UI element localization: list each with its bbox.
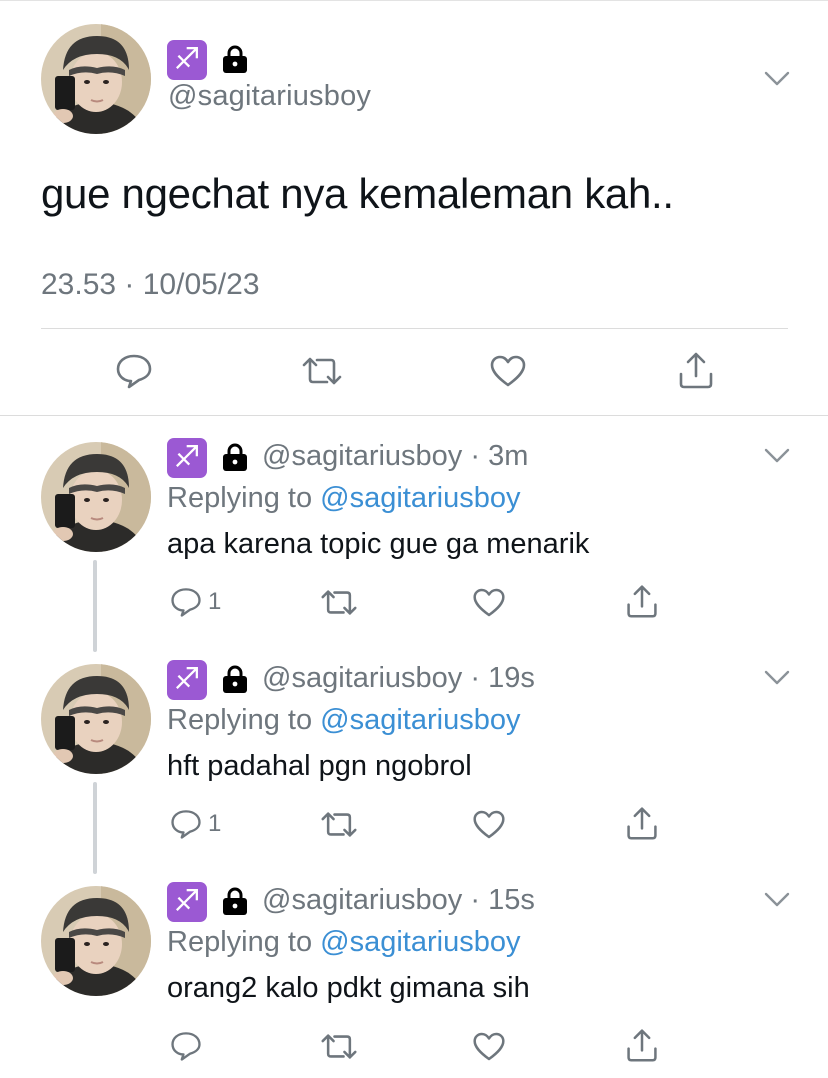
chevron-down-icon[interactable] [764, 71, 790, 87]
like-button[interactable] [489, 354, 527, 388]
replying-to-line: Replying to @sagitariusboy [167, 482, 520, 515]
reply-button[interactable]: 1 [170, 808, 221, 840]
avatar[interactable] [41, 664, 151, 774]
retweet-button[interactable] [301, 355, 343, 387]
chevron-down-icon[interactable] [764, 448, 790, 464]
mention-link[interactable]: @sagitariusboy [320, 704, 520, 736]
lock-icon [221, 664, 249, 694]
share-icon [679, 352, 713, 389]
share-button[interactable] [677, 350, 715, 390]
avatar[interactable] [41, 886, 151, 996]
speech-bubble-icon [171, 1032, 201, 1061]
reply-tweet[interactable]: ♐ @sagitariusboy · 15s Replying to @sagi… [0, 862, 828, 1078]
tweet-timestamp[interactable]: 23.53 · 10/05/23 [41, 268, 260, 302]
reply-button[interactable] [115, 353, 153, 389]
reply-header: @sagitariusboy · 15s [262, 884, 535, 917]
user-handle[interactable]: @sagitariusboy [262, 440, 462, 472]
replying-to-label: Replying to [167, 926, 313, 958]
replying-to-line: Replying to @sagitariusboy [167, 704, 520, 737]
mention-link[interactable]: @sagitariusboy [320, 926, 520, 958]
like-button[interactable] [472, 1031, 506, 1062]
avatar[interactable] [41, 24, 151, 134]
reply-time: · 19s [470, 662, 535, 694]
mention-link[interactable]: @sagitariusboy [320, 482, 520, 514]
like-button[interactable] [472, 809, 506, 840]
reply-tweet[interactable]: ♐ @sagitariusboy · 3m Replying to @sagit… [0, 418, 828, 652]
heart-icon [473, 810, 505, 839]
retweet-icon [302, 357, 342, 385]
retweet-icon [321, 590, 357, 615]
reply-text: apa karena topic gue ga menarik [167, 528, 590, 560]
retweet-button[interactable] [320, 1032, 358, 1061]
reply-button[interactable]: 1 [170, 586, 221, 618]
share-icon [627, 585, 657, 618]
reply-tweet[interactable]: ♐ @sagitariusboy · 19s Replying to @sagi… [0, 640, 828, 874]
divider [41, 328, 788, 329]
heart-icon [473, 1032, 505, 1061]
thread-line [93, 782, 97, 874]
chevron-down-icon[interactable] [764, 670, 790, 686]
share-icon [627, 807, 657, 840]
reply-time: · 3m [470, 440, 529, 472]
share-button[interactable] [625, 583, 659, 619]
retweet-icon [321, 812, 357, 837]
reply-count: 1 [208, 810, 222, 837]
thread-line [93, 560, 97, 652]
like-button[interactable] [472, 587, 506, 618]
share-button[interactable] [625, 1027, 659, 1063]
retweet-icon [321, 1034, 357, 1059]
tweet-text: gue ngechat nya kemaleman kah.. [41, 170, 674, 217]
speech-bubble-icon [171, 810, 201, 839]
reply-text: hft padahal pgn ngobrol [167, 750, 472, 782]
sagittarius-badge-icon: ♐ [167, 438, 207, 478]
reply-header: @sagitariusboy · 3m [262, 440, 528, 473]
share-icon [627, 1029, 657, 1062]
reply-header: @sagitariusboy · 19s [262, 662, 535, 695]
lock-icon [221, 886, 249, 916]
replying-to-label: Replying to [167, 704, 313, 736]
reply-text: orang2 kalo pdkt gimana sih [167, 972, 530, 1004]
speech-bubble-icon [116, 354, 152, 389]
avatar[interactable] [41, 442, 151, 552]
user-handle[interactable]: @sagitariusboy [262, 884, 462, 916]
lock-icon [221, 442, 249, 472]
share-button[interactable] [625, 805, 659, 841]
sagittarius-badge-icon: ♐ [167, 40, 207, 80]
heart-icon [473, 588, 505, 617]
speech-bubble-icon [171, 588, 201, 617]
replying-to-label: Replying to [167, 482, 313, 514]
reply-count: 1 [208, 588, 222, 615]
user-handle[interactable]: @sagitariusboy [168, 80, 371, 113]
reply-button[interactable] [170, 1030, 202, 1062]
sagittarius-badge-icon: ♐ [167, 882, 207, 922]
chevron-down-icon[interactable] [764, 892, 790, 908]
reply-time: · 15s [470, 884, 535, 916]
heart-icon [490, 355, 526, 387]
lock-icon [221, 44, 249, 74]
replying-to-line: Replying to @sagitariusboy [167, 926, 520, 959]
sagittarius-badge-icon: ♐ [167, 660, 207, 700]
main-tweet: ♐ @sagitariusboy gue ngechat nya kemalem… [0, 0, 828, 416]
user-handle[interactable]: @sagitariusboy [262, 662, 462, 694]
retweet-button[interactable] [320, 588, 358, 617]
retweet-button[interactable] [320, 810, 358, 839]
